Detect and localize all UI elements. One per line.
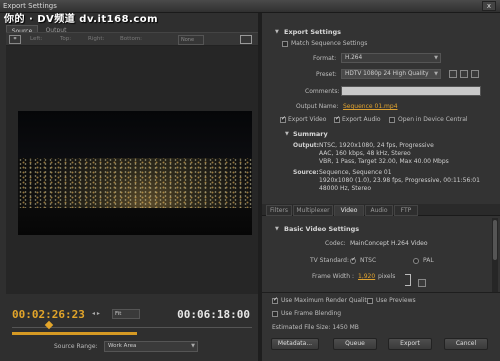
source-range-select[interactable]: Work Area ▼ (104, 341, 198, 352)
chevron-down-icon: ▼ (434, 55, 438, 61)
timecode-row: 00:02:26:23 ◂ ▸ Fit 00:06:18:00 (0, 306, 258, 326)
match-sequence-checkbox[interactable] (282, 41, 288, 47)
video-bay (18, 207, 252, 235)
queue-button[interactable]: Queue (333, 338, 377, 350)
watermark: 你的 · DV频道 dv.it168.com (4, 14, 159, 25)
format-value: H.264 (345, 55, 363, 61)
basic-video-heading: Basic Video Settings (284, 225, 360, 233)
ntsc-radio[interactable] (350, 256, 356, 264)
export-video-checkbox[interactable] (280, 115, 286, 123)
summary-output-label: Output: (293, 142, 320, 149)
crop-toolbar: ⌗ Left: Top: Right: Bottom: None (6, 32, 258, 46)
summary-source-line: 48000 Hz, Stereo (319, 185, 372, 192)
file-size-readout: Estimated File Size: 1450 MB (272, 324, 359, 331)
tab-filters[interactable]: Filters (266, 205, 292, 216)
tab-audio[interactable]: Audio (365, 205, 393, 216)
frame-width-label: Frame Width : (312, 273, 354, 280)
format-label: Format: (313, 55, 337, 62)
summary-source-line: 1920x1080 (1.0), 23.98 fps, Progressive,… (319, 177, 480, 184)
tab-video[interactable]: Video (334, 205, 364, 216)
match-sequence-label: Match Sequence Settings (291, 40, 368, 47)
export-audio-checkbox[interactable] (334, 115, 340, 123)
frame-blending-checkbox[interactable] (272, 311, 278, 317)
output-name-link[interactable]: Sequence 01.mp4 (343, 103, 398, 110)
summary-source-label: Source: (293, 169, 319, 176)
summary-output-line: NTSC, 1920x1080, 24 fps, Progressive (319, 142, 434, 149)
window-title: Export Settings (3, 2, 57, 10)
import-preset-icon[interactable] (460, 70, 468, 78)
video-section-triangle-icon[interactable]: ▼ (275, 226, 279, 232)
timecode-end: 00:06:18:00 (177, 308, 250, 321)
device-central-label: Open in Device Central (398, 116, 468, 123)
summary-output-line: AAC, 160 kbps, 48 kHz, Stereo (319, 150, 411, 157)
frame-width-value[interactable]: 1,920 (358, 273, 375, 280)
max-render-label: Use Maximum Render Quality (281, 297, 371, 304)
ntsc-label: NTSC (360, 257, 377, 264)
metadata-button[interactable]: Metadata... (271, 338, 319, 350)
use-previews-checkbox[interactable] (367, 298, 373, 304)
tab-ftp[interactable]: FTP (394, 205, 418, 216)
constrain-proportions-icon[interactable] (418, 279, 426, 287)
tab-multiplexer[interactable]: Multiplexer (293, 205, 333, 216)
work-area-bar[interactable] (12, 332, 137, 335)
crop-view-icon[interactable] (240, 35, 252, 44)
frame-blending-label: Use Frame Blending (281, 310, 342, 317)
video-sky (18, 111, 252, 159)
close-button[interactable]: x (482, 1, 496, 11)
video-frame (18, 111, 252, 235)
chevron-down-icon: ▼ (191, 343, 195, 349)
use-previews-label: Use Previews (376, 297, 416, 304)
source-range-label: Source Range: (54, 343, 98, 350)
codec-value: MainConcept H.264 Video (350, 240, 428, 247)
summary-output-line: VBR, 1 Pass, Target 32.00, Max 40.00 Mbp… (319, 158, 449, 165)
link-chain-icon[interactable] (405, 274, 411, 286)
crop-top-label: Top: (60, 36, 72, 42)
crop-bottom-label: Bottom: (120, 36, 143, 42)
output-name-label: Output Name: (296, 103, 339, 110)
save-preset-icon[interactable] (449, 70, 457, 78)
comments-input[interactable] (341, 86, 481, 96)
summary-source-line: Sequence, Sequence 01 (319, 169, 392, 176)
max-render-checkbox[interactable] (272, 296, 278, 304)
comments-label: Comments: (305, 88, 340, 95)
codec-label: Codec: (325, 240, 346, 247)
scrollbar-thumb[interactable] (493, 220, 497, 260)
export-button[interactable]: Export (388, 338, 432, 350)
summary-heading: Summary (293, 130, 328, 138)
timecode-start[interactable]: 00:02:26:23 (12, 308, 85, 321)
chevron-down-icon: ▼ (434, 71, 438, 77)
export-settings-heading: Export Settings (284, 28, 342, 36)
summary-triangle-icon[interactable]: ▼ (285, 131, 289, 137)
source-range-value: Work Area (108, 343, 137, 349)
crop-right-label: Right: (88, 36, 105, 42)
preset-select[interactable]: HDTV 1080p 24 High Quality ▼ (341, 69, 441, 79)
settings-scrollbar[interactable] (492, 218, 498, 292)
in-out-markers[interactable]: ◂ ▸ (92, 310, 100, 317)
crop-left-label: Left: (30, 36, 43, 42)
frame-width-unit: pixels (378, 273, 396, 280)
export-video-label: Export Video (288, 116, 327, 123)
zoom-select[interactable]: Fit (112, 309, 140, 319)
format-select[interactable]: H.264 ▼ (341, 53, 441, 63)
tv-standard-label: TV Standard: (310, 257, 349, 264)
device-central-checkbox[interactable] (389, 117, 395, 123)
pal-radio[interactable] (413, 258, 419, 264)
cancel-button[interactable]: Cancel (444, 338, 488, 350)
export-audio-label: Export Audio (342, 116, 381, 123)
collapse-triangle-icon[interactable]: ▼ (275, 29, 279, 35)
preset-value: HDTV 1080p 24 High Quality (345, 71, 429, 77)
preset-label: Preset: (316, 71, 337, 78)
pal-label: PAL (423, 257, 434, 264)
crop-icon[interactable]: ⌗ (9, 35, 21, 44)
delete-preset-icon[interactable] (471, 70, 479, 78)
crop-scaling-select[interactable]: None (178, 35, 204, 45)
settings-tabs: Filters Multiplexer Video Audio FTP (262, 204, 500, 216)
